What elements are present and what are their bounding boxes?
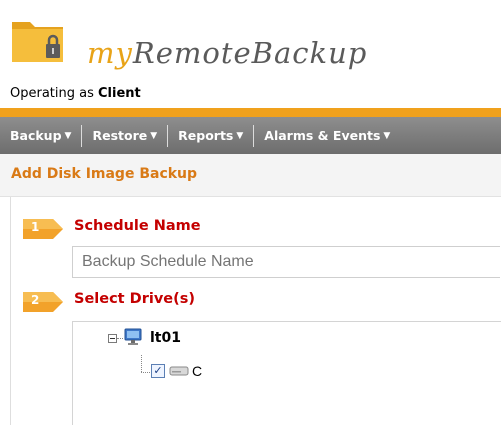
tree-node-computer[interactable]: lt01 bbox=[150, 330, 181, 346]
content-divider bbox=[10, 197, 11, 425]
step-arrow-icon bbox=[23, 292, 63, 312]
operating-user: Client bbox=[98, 86, 141, 101]
step-1-number: 1 bbox=[31, 220, 40, 234]
menu-reports[interactable]: Reports ▼ bbox=[168, 117, 253, 154]
schedule-name-input[interactable] bbox=[72, 246, 500, 278]
main-menu-bar: Backup ▼ Restore ▼ Reports ▼ Alarms & Event… bbox=[0, 117, 501, 154]
step-arrow-icon bbox=[23, 219, 63, 239]
page-title: Add Disk Image Backup bbox=[11, 166, 198, 182]
folder-lock-icon bbox=[12, 22, 63, 62]
menu-backup[interactable]: Backup ▼ bbox=[0, 117, 81, 154]
drive-c-checkbox[interactable]: ✓ bbox=[151, 364, 165, 378]
tree-node-drive-c[interactable]: C bbox=[192, 363, 202, 379]
step-1-label: Schedule Name bbox=[74, 218, 201, 234]
tree-connector bbox=[117, 338, 123, 339]
page-title-bar: Add Disk Image Backup bbox=[0, 154, 501, 197]
operating-as-text: Operating as Client bbox=[10, 86, 141, 101]
brand-logo-text: myRemoteBackup bbox=[87, 36, 368, 70]
step-2-label: Select Drive(s) bbox=[74, 291, 195, 307]
menu-restore[interactable]: Restore ▼ bbox=[82, 117, 167, 154]
chevron-down-icon: ▼ bbox=[383, 130, 391, 141]
tree-connector bbox=[141, 355, 142, 372]
menu-alarms-events[interactable]: Alarms & Events ▼ bbox=[254, 117, 400, 154]
chevron-down-icon: ▼ bbox=[150, 130, 158, 141]
chevron-down-icon: ▼ bbox=[64, 130, 72, 141]
header-accent-bar bbox=[0, 108, 501, 117]
computer-icon bbox=[124, 328, 142, 345]
tree-connector bbox=[141, 372, 150, 373]
hard-drive-icon bbox=[169, 366, 189, 376]
chevron-down-icon: ▼ bbox=[236, 130, 244, 141]
step-2-number: 2 bbox=[31, 293, 40, 307]
collapse-toggle-icon[interactable] bbox=[108, 334, 117, 343]
